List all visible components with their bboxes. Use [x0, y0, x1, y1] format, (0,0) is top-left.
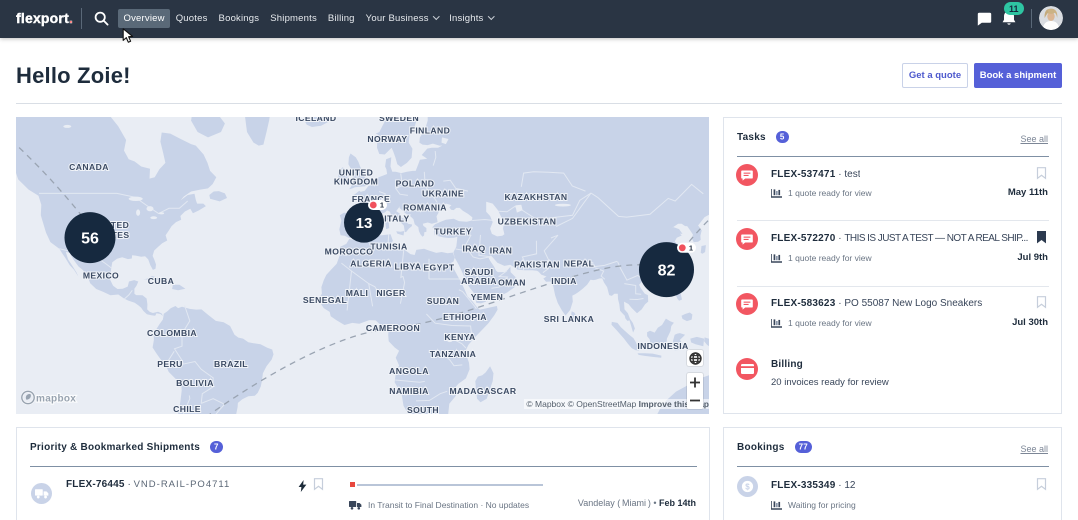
svg-text:EGYPT: EGYPT: [423, 263, 454, 273]
svg-text:NAMIBIA: NAMIBIA: [389, 386, 429, 396]
svg-text:13: 13: [356, 215, 373, 232]
svg-text:SENEGAL: SENEGAL: [303, 295, 347, 305]
svg-text:CUBA: CUBA: [148, 276, 174, 286]
svg-text:BRAZIL: BRAZIL: [214, 359, 248, 369]
svg-text:ITALY: ITALY: [384, 214, 409, 224]
svg-text:BOLIVIA: BOLIVIA: [176, 378, 214, 388]
svg-text:LIBYA: LIBYA: [395, 262, 422, 272]
svg-text:UKRAINE: UKRAINE: [422, 189, 464, 199]
svg-text:OMAN: OMAN: [498, 278, 526, 288]
svg-text:NIGER: NIGER: [376, 288, 406, 298]
svg-text:NORWAY: NORWAY: [367, 134, 407, 144]
svg-text:SOUTH: SOUTH: [407, 405, 439, 414]
svg-text:ETHIOPIA: ETHIOPIA: [443, 312, 487, 322]
svg-text:1: 1: [689, 244, 693, 253]
svg-text:ARABIA: ARABIA: [461, 276, 497, 286]
svg-text:56: 56: [81, 230, 99, 247]
svg-text:INDONESIA: INDONESIA: [637, 341, 688, 351]
svg-text:YEMEN: YEMEN: [471, 292, 504, 302]
svg-text:$: $: [745, 482, 750, 491]
svg-text:IRAN: IRAN: [490, 246, 513, 256]
svg-text:UZBEKISTAN: UZBEKISTAN: [498, 217, 557, 227]
svg-text:SRI LANKA: SRI LANKA: [544, 314, 594, 324]
svg-text:1: 1: [380, 201, 384, 210]
svg-text:MALI: MALI: [346, 288, 369, 298]
svg-text:SWEDEN: SWEDEN: [379, 117, 419, 123]
svg-text:CHILE: CHILE: [173, 404, 201, 414]
svg-text:ANGOLA: ANGOLA: [389, 366, 429, 376]
svg-text:IRAQ: IRAQ: [462, 244, 485, 254]
svg-text:POLAND: POLAND: [396, 179, 435, 189]
svg-text:MADAGASCAR: MADAGASCAR: [449, 386, 516, 396]
svg-text:82: 82: [658, 262, 676, 279]
svg-text:NEPAL: NEPAL: [564, 259, 595, 269]
svg-text:PERU: PERU: [157, 359, 182, 369]
svg-text:KENYA: KENYA: [444, 332, 475, 342]
svg-text:ICELAND: ICELAND: [296, 117, 337, 123]
svg-text:PAKISTAN: PAKISTAN: [514, 260, 560, 270]
svg-text:TUNISIA: TUNISIA: [370, 242, 407, 252]
svg-text:KAZAKHSTAN: KAZAKHSTAN: [504, 192, 567, 202]
svg-text:ALGERIA: ALGERIA: [350, 259, 391, 269]
svg-text:KINGDOM: KINGDOM: [334, 177, 378, 187]
svg-text:TANZANIA: TANZANIA: [430, 349, 476, 359]
svg-text:CAMEROON: CAMEROON: [366, 323, 420, 333]
svg-text:CANADA: CANADA: [69, 162, 109, 172]
svg-text:SUDAN: SUDAN: [427, 296, 460, 306]
svg-text:COLOMBIA: COLOMBIA: [147, 328, 197, 338]
svg-text:INDIA: INDIA: [551, 276, 576, 286]
svg-text:FINLAND: FINLAND: [410, 126, 451, 136]
svg-text:MEXICO: MEXICO: [83, 271, 119, 281]
svg-text:ROMANIA: ROMANIA: [403, 203, 447, 213]
svg-text:mapbox: mapbox: [36, 394, 76, 405]
svg-text:TURKEY: TURKEY: [434, 227, 472, 237]
svg-text:MOROCCO: MOROCCO: [325, 247, 374, 257]
